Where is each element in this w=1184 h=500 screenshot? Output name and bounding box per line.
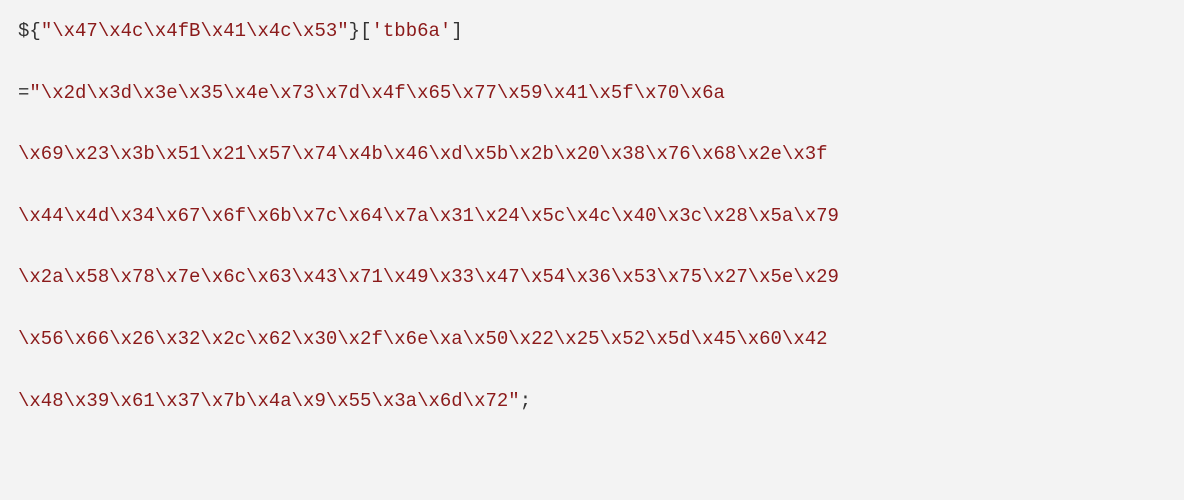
code-line: \x69\x23\x3b\x51\x21\x57\x74\x4b\x46\xd\… bbox=[18, 141, 1166, 168]
code-token: 'tbb6a' bbox=[371, 20, 451, 42]
code-token: \x44\x4d\x34\x67\x6f\x6b\x7c\x64\x7a\x31… bbox=[18, 205, 839, 227]
code-token: \x56\x66\x26\x32\x2c\x62\x30\x2f\x6e\xa\… bbox=[18, 328, 828, 350]
code-token: "\x2d\x3d\x3e\x35\x4e\x73\x7d\x4f\x65\x7… bbox=[29, 82, 725, 104]
code-token: ${ bbox=[18, 20, 41, 42]
code-line: ${"\x47\x4c\x4fB\x41\x4c\x53"}['tbb6a'] bbox=[18, 18, 1166, 45]
code-token: ] bbox=[451, 20, 462, 42]
code-token: "\x47\x4c\x4fB\x41\x4c\x53" bbox=[41, 20, 349, 42]
code-token: \x2a\x58\x78\x7e\x6c\x63\x43\x71\x49\x33… bbox=[18, 266, 839, 288]
code-token: = bbox=[18, 82, 29, 104]
code-token: }[ bbox=[349, 20, 372, 42]
code-block: ${"\x47\x4c\x4fB\x41\x4c\x53"}['tbb6a'] … bbox=[0, 0, 1184, 432]
code-line: \x2a\x58\x78\x7e\x6c\x63\x43\x71\x49\x33… bbox=[18, 264, 1166, 291]
code-line: ="\x2d\x3d\x3e\x35\x4e\x73\x7d\x4f\x65\x… bbox=[18, 80, 1166, 107]
code-line: \x56\x66\x26\x32\x2c\x62\x30\x2f\x6e\xa\… bbox=[18, 326, 1166, 353]
code-token: \x48\x39\x61\x37\x7b\x4a\x9\x55\x3a\x6d\… bbox=[18, 390, 520, 412]
code-line: \x48\x39\x61\x37\x7b\x4a\x9\x55\x3a\x6d\… bbox=[18, 388, 1166, 415]
code-token: ; bbox=[520, 390, 531, 412]
code-line: \x44\x4d\x34\x67\x6f\x6b\x7c\x64\x7a\x31… bbox=[18, 203, 1166, 230]
code-token: \x69\x23\x3b\x51\x21\x57\x74\x4b\x46\xd\… bbox=[18, 143, 828, 165]
